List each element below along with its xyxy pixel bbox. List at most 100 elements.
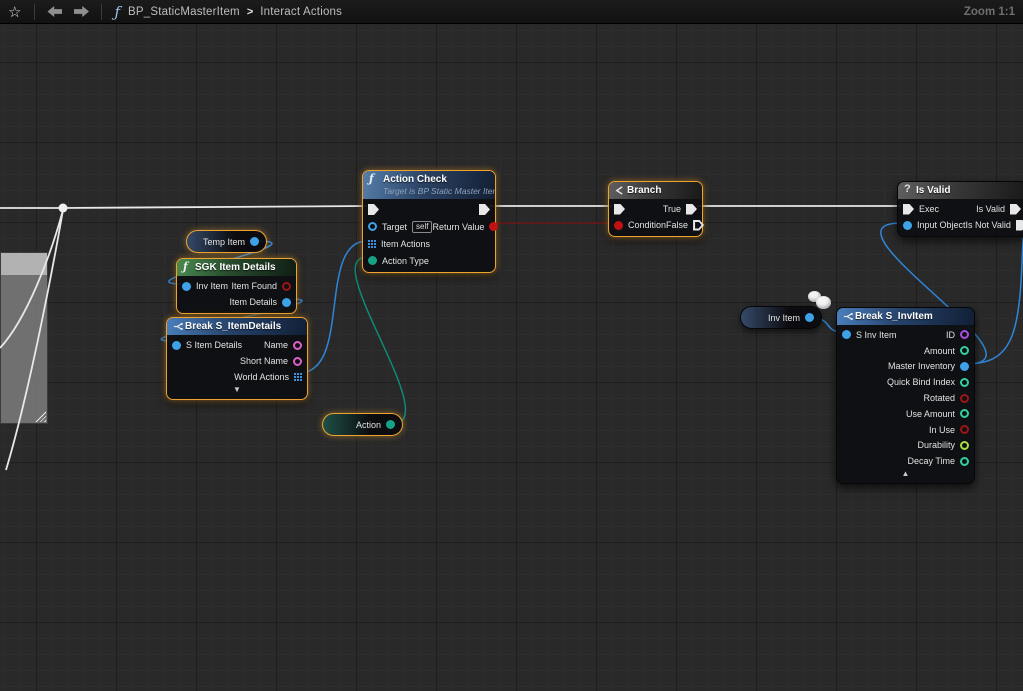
breadcrumb-root[interactable]: BP_StaticMasterItem <box>128 6 240 18</box>
item-actions-array-pin[interactable] <box>368 240 376 248</box>
node-break-s-invitem[interactable]: Break S_InvItem S Inv Item ID Amount <box>836 307 975 484</box>
toolbar-divider <box>101 4 102 20</box>
input-object-pin[interactable] <box>903 221 912 230</box>
node-title: Action Check <box>383 173 489 186</box>
s-item-details-in-pin[interactable] <box>172 341 181 350</box>
rotated-pin[interactable] <box>960 394 969 403</box>
pin-label: S Item Details <box>186 340 242 350</box>
break-struct-icon <box>173 319 183 331</box>
node-action-getter[interactable]: Action <box>322 413 403 436</box>
name-pin[interactable] <box>293 341 302 350</box>
pin-label: Durability <box>917 440 955 450</box>
pin-label: Target <box>382 222 407 232</box>
master-inventory-pin[interactable] <box>960 362 969 371</box>
pin-label: False <box>666 220 688 230</box>
decay-time-pin[interactable] <box>960 457 969 466</box>
false-exec-pin[interactable] <box>693 220 704 231</box>
is-valid-exec-pin[interactable] <box>1010 204 1021 215</box>
pin-label: Input Object <box>917 220 966 230</box>
pin-label: Amount <box>924 346 955 356</box>
wire-exec-from-bottom-a[interactable] <box>0 210 63 348</box>
expand-pins-arrow[interactable]: ▼ <box>167 385 307 396</box>
quick-bind-index-pin[interactable] <box>960 378 969 387</box>
node-subtitle: Target is BP Static Master Item <box>383 186 489 197</box>
question-icon: ? <box>904 183 911 195</box>
s-inv-item-in-pin[interactable] <box>842 330 851 339</box>
pin-label: True <box>663 204 681 214</box>
pin-label: Is Not Valid <box>966 220 1011 230</box>
amount-pin[interactable] <box>960 346 969 355</box>
variable-label: Action <box>356 420 381 430</box>
action-type-pin[interactable] <box>368 256 377 265</box>
pin-label: In Use <box>929 425 955 435</box>
branch-icon <box>615 183 624 195</box>
exec-in-pin[interactable] <box>368 204 379 215</box>
function-graph-icon: ƒ <box>114 3 120 21</box>
function-icon: ƒ <box>183 260 188 273</box>
pin-label: Use Amount <box>906 409 955 419</box>
action-out-pin[interactable] <box>386 420 395 429</box>
pin-label: Return Value <box>432 222 484 232</box>
collapse-pins-arrow[interactable]: ▲ <box>837 469 974 480</box>
node-sgk-item-details[interactable]: ƒ SGK Item Details Inv Item Item Found I… <box>176 258 297 314</box>
target-pin[interactable] <box>368 222 377 231</box>
node-temp-item-getter[interactable]: Temp Item <box>186 230 267 253</box>
toolbar-divider <box>34 4 35 20</box>
pin-label: Master Inventory <box>888 361 955 371</box>
reroute-node[interactable] <box>59 204 68 213</box>
pin-label: Exec <box>919 204 939 214</box>
variable-label: Temp Item <box>203 237 245 247</box>
item-found-pin[interactable] <box>282 282 291 291</box>
function-icon: ƒ <box>369 172 374 185</box>
node-break-s-itemdetails[interactable]: Break S_ItemDetails S Item Details Name … <box>166 317 308 400</box>
variable-label: Inv Item <box>768 313 800 323</box>
pin-label: Item Details <box>229 297 277 307</box>
node-title: Break S_ItemDetails <box>185 320 301 333</box>
breadcrumb-separator: > <box>247 6 253 18</box>
back-arrow-icon[interactable] <box>47 6 62 17</box>
wire-action-to-action-type[interactable] <box>355 257 405 424</box>
graph-toolbar: ☆ ƒ BP_StaticMasterItem > Interact Actio… <box>0 0 1023 24</box>
pin-label: Item Actions <box>381 239 430 249</box>
pin-label: ID <box>946 330 955 340</box>
target-self-value: self <box>412 221 432 233</box>
node-action-check[interactable]: ƒ Action Check Target is BP Static Maste… <box>362 170 496 273</box>
node-title: Branch <box>627 184 696 197</box>
breadcrumb-current[interactable]: Interact Actions <box>260 6 342 18</box>
blueprint-graph-canvas[interactable]: ☆ ƒ BP_StaticMasterItem > Interact Actio… <box>0 0 1023 691</box>
pin-label: World Actions <box>234 372 289 382</box>
in-use-pin[interactable] <box>960 425 969 434</box>
zoom-level-label: Zoom 1:1 <box>964 6 1015 18</box>
return-value-pin[interactable] <box>489 222 498 231</box>
node-branch[interactable]: Branch True Condition False <box>608 181 703 237</box>
wire-exec-from-bottom-b[interactable] <box>6 210 63 470</box>
pin-label: S Inv Item <box>856 330 897 340</box>
pin-label: Short Name <box>240 356 288 366</box>
id-pin[interactable] <box>960 330 969 339</box>
exec-out-pin[interactable] <box>479 204 490 215</box>
wire-exec-to-action-check[interactable] <box>63 206 367 208</box>
inv-item-out-pin[interactable] <box>805 313 814 322</box>
node-title: Break S_InvItem <box>855 310 968 323</box>
durability-pin[interactable] <box>960 441 969 450</box>
temp-item-out-pin[interactable] <box>250 237 259 246</box>
condition-pin[interactable] <box>614 221 623 230</box>
item-details-out-pin[interactable] <box>282 298 291 307</box>
exec-in-pin[interactable] <box>614 204 625 215</box>
favorite-star-icon[interactable]: ☆ <box>8 3 21 21</box>
pin-label: Inv Item <box>196 281 228 291</box>
node-is-valid[interactable]: ? Is Valid Exec Is Valid Input Object <box>897 181 1023 237</box>
break-struct-icon <box>843 309 853 321</box>
mouse-cursor <box>806 291 834 311</box>
pin-label: Quick Bind Index <box>887 377 955 387</box>
exec-in-pin[interactable] <box>903 204 914 215</box>
forward-arrow-icon[interactable] <box>74 6 89 17</box>
world-actions-array-pin[interactable] <box>294 373 302 381</box>
pin-label: Condition <box>628 220 666 230</box>
use-amount-pin[interactable] <box>960 409 969 418</box>
inv-item-in-pin[interactable] <box>182 282 191 291</box>
short-name-pin[interactable] <box>293 357 302 366</box>
is-not-valid-exec-pin[interactable] <box>1016 220 1023 231</box>
true-exec-pin[interactable] <box>686 204 697 215</box>
pin-label: Item Found <box>231 281 277 291</box>
